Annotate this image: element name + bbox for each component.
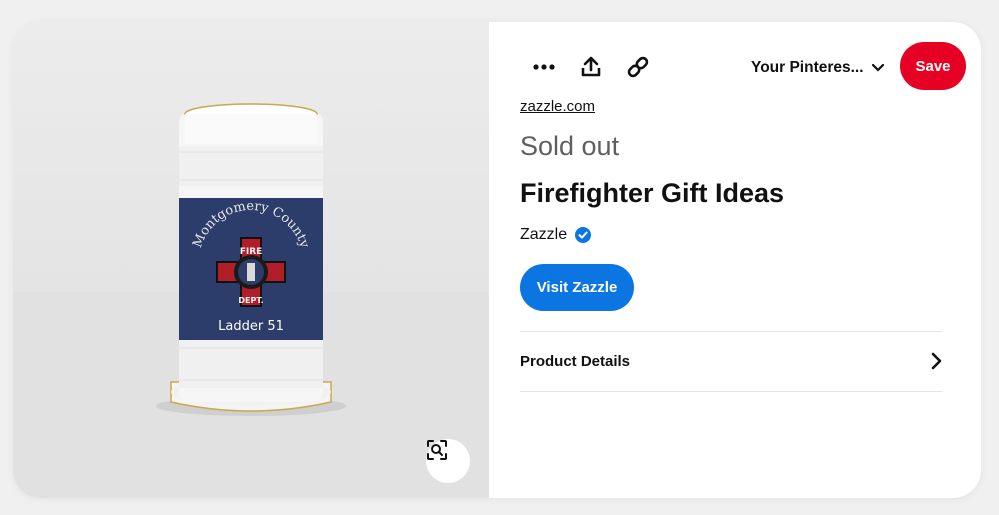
- visual-search-button[interactable]: [426, 439, 470, 483]
- pin-card: FIRE DEPT. Montgomery County Ladder 51 Y…: [13, 22, 981, 498]
- pin-image[interactable]: FIRE DEPT. Montgomery County Ladder 51: [13, 22, 489, 498]
- creator-link[interactable]: Zazzle: [520, 226, 592, 244]
- share-button[interactable]: [574, 50, 608, 84]
- visual-search-icon: [427, 440, 447, 460]
- stock-status: Sold out: [520, 131, 620, 161]
- pin-toolbar: Your Pinteres... Save: [489, 42, 981, 92]
- link-icon: [627, 56, 649, 78]
- pin-title: Firefighter Gift Ideas: [520, 178, 785, 208]
- source-domain-link[interactable]: zazzle.com: [520, 98, 595, 115]
- save-button[interactable]: Save: [900, 42, 966, 90]
- divider: [520, 391, 942, 392]
- mug-illustration: FIRE DEPT. Montgomery County Ladder 51: [13, 103, 489, 498]
- creator-name: Zazzle: [520, 226, 568, 243]
- visit-site-button[interactable]: Visit Zazzle: [520, 264, 634, 311]
- more-options-button[interactable]: [527, 50, 561, 84]
- chevron-right-icon: [931, 352, 942, 370]
- badge-bottom-text: DEPT.: [238, 296, 263, 305]
- product-details-row[interactable]: Product Details: [520, 331, 942, 391]
- copy-link-button[interactable]: [621, 50, 655, 84]
- board-selector-label: Your Pinteres...: [751, 59, 864, 76]
- share-icon: [581, 56, 601, 77]
- chevron-down-icon: [871, 64, 884, 72]
- badge-top-text: FIRE: [240, 247, 263, 257]
- board-selector[interactable]: Your Pinteres...: [751, 56, 884, 80]
- pin-info-panel: Your Pinteres... Save zazzle.com Sold ou…: [489, 22, 981, 498]
- verified-check-icon: [575, 227, 592, 243]
- more-icon: [533, 64, 555, 70]
- mug-label-bottom-text: Ladder 51: [218, 319, 284, 334]
- product-details-label: Product Details: [520, 352, 631, 370]
